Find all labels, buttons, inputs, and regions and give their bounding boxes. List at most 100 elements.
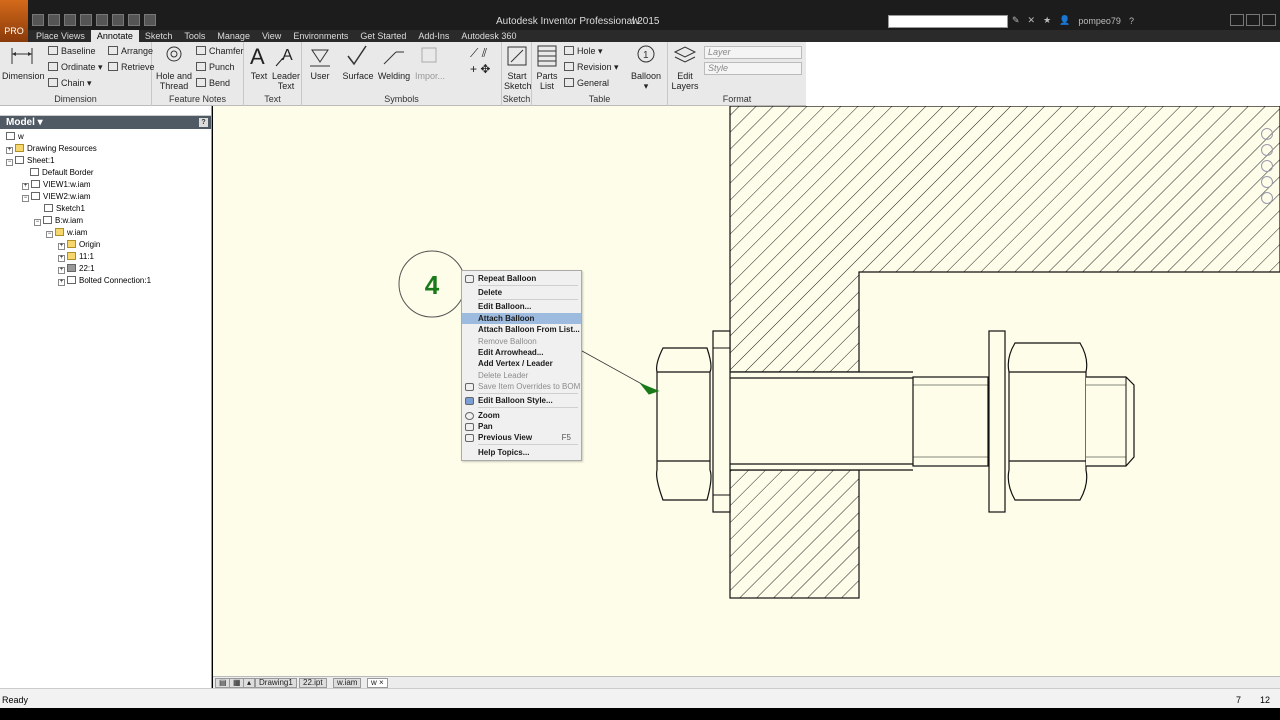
tree-item-root[interactable]: w: [6, 131, 24, 143]
style-combo[interactable]: Style: [704, 62, 802, 75]
welding-button[interactable]: Welding: [376, 44, 412, 81]
tab-add-ins[interactable]: Add-Ins: [412, 30, 455, 42]
tab-manage[interactable]: Manage: [211, 30, 256, 42]
menu-item-delete-leader[interactable]: Delete Leader: [462, 370, 581, 381]
menu-item-remove-balloon[interactable]: Remove Balloon: [462, 336, 581, 347]
general-table-button[interactable]: General: [564, 78, 609, 88]
expand-icon[interactable]: +: [22, 183, 29, 190]
lower-plate-section[interactable]: [729, 469, 860, 599]
chamfer-button[interactable]: Chamfer: [196, 46, 244, 56]
surface-button[interactable]: Surface: [340, 44, 376, 81]
minimize-button[interactable]: [1230, 14, 1244, 26]
expand-icon[interactable]: +: [58, 255, 65, 262]
menu-item-save-item-overrides[interactable]: Save Item Overrides to BOM: [462, 381, 581, 392]
revision-button[interactable]: Revision ▾: [564, 62, 619, 73]
expand-icon[interactable]: +: [58, 279, 65, 286]
tree-item-sheet[interactable]: − Sheet:1: [6, 155, 55, 167]
expand-icon[interactable]: +: [6, 147, 13, 154]
drawing-canvas[interactable]: 4: [213, 106, 1280, 676]
tab-get-started[interactable]: Get Started: [354, 30, 412, 42]
import-button[interactable]: Impor...: [412, 44, 448, 81]
collapse-icon[interactable]: −: [34, 219, 41, 226]
collapse-icon[interactable]: −: [22, 195, 29, 202]
home-icon[interactable]: [112, 14, 124, 26]
tab-view[interactable]: View: [256, 30, 287, 42]
menu-item-delete[interactable]: Delete: [462, 287, 581, 298]
exchange-icon[interactable]: ✕: [1028, 15, 1036, 26]
balloon-button[interactable]: 1 Balloon ▾: [628, 44, 664, 91]
star-icon[interactable]: ★: [1043, 15, 1051, 26]
browser-help-icon[interactable]: ?: [199, 118, 208, 127]
menu-item-repeat-balloon[interactable]: Repeat Balloon: [462, 273, 581, 284]
menu-item-edit-arrowhead[interactable]: Edit Arrowhead...: [462, 347, 581, 358]
close-button[interactable]: [1262, 14, 1276, 26]
undo-icon[interactable]: [80, 14, 92, 26]
parts-list-button[interactable]: Parts List: [534, 44, 560, 91]
menu-item-previous-view[interactable]: Previous View F5: [462, 432, 581, 443]
tree-item-default-border[interactable]: Default Border: [30, 167, 94, 179]
bolt-head[interactable]: [656, 347, 712, 501]
menu-item-edit-balloon-style[interactable]: Edit Balloon Style...: [462, 395, 581, 406]
close-tab-icon[interactable]: ×: [379, 678, 384, 687]
bolt-end[interactable]: [1086, 376, 1135, 467]
doc-tab-22-ipt[interactable]: 22.ipt: [299, 678, 327, 688]
tab-menu-icon[interactable]: ▴: [243, 678, 256, 688]
tree-item-part-11[interactable]: +11:1: [58, 251, 94, 263]
doc-tab-drawing1[interactable]: Drawing1: [255, 678, 297, 688]
symbol-tool-1[interactable]: ⟋ ⫽: [470, 46, 487, 61]
tree-item-view1[interactable]: + VIEW1:w.iam: [22, 179, 91, 191]
text-button[interactable]: A Text: [246, 44, 272, 81]
menu-item-add-vertex-leader[interactable]: Add Vertex / Leader: [462, 358, 581, 369]
balloon-arrowhead[interactable]: [639, 382, 660, 395]
ordinate-button[interactable]: Ordinate ▾: [48, 62, 103, 73]
tab-sketch[interactable]: Sketch: [139, 30, 179, 42]
nut[interactable]: [1007, 342, 1088, 501]
balloon-leader[interactable]: [572, 345, 650, 389]
layer-combo[interactable]: Layer: [704, 46, 802, 59]
hole-thread-button[interactable]: Hole and Thread: [154, 44, 194, 91]
tab-tools[interactable]: Tools: [178, 30, 211, 42]
retrieve-button[interactable]: Retrieve: [108, 62, 155, 72]
doc-tab-w-iam[interactable]: w.iam: [333, 678, 362, 688]
key-icon[interactable]: ✎: [1012, 15, 1020, 26]
tree-item-drawing-resources[interactable]: + Drawing Resources: [6, 143, 97, 155]
help-search-input[interactable]: [888, 15, 1008, 28]
dimension-button[interactable]: Dimension: [2, 44, 45, 81]
zoom-window-icon[interactable]: [1261, 176, 1273, 188]
leader-text-button[interactable]: A Leader Text: [272, 44, 300, 91]
tree-item-origin[interactable]: + Origin: [58, 239, 100, 251]
bend-button[interactable]: Bend: [196, 78, 230, 88]
hole-table-button[interactable]: Hole ▾: [564, 46, 603, 57]
username[interactable]: pompeo79: [1078, 16, 1121, 26]
tree-item-part-22[interactable]: +22:1: [58, 263, 95, 275]
user-symbol-button[interactable]: User: [304, 44, 336, 81]
collapse-icon[interactable]: −: [46, 231, 53, 238]
tab-autodesk-360[interactable]: Autodesk 360: [455, 30, 522, 42]
redo-icon[interactable]: [96, 14, 108, 26]
open-icon[interactable]: [48, 14, 60, 26]
tree-item-bolted-connection[interactable]: + Bolted Connection:1: [58, 275, 151, 287]
pan-icon[interactable]: [1261, 144, 1273, 156]
symbol-tool-2[interactable]: + ✥: [470, 62, 490, 76]
user-icon[interactable]: 👤: [1059, 15, 1070, 26]
browser-header[interactable]: Model ▾ ?: [0, 116, 211, 129]
update-icon[interactable]: [144, 14, 156, 26]
zoom-icon[interactable]: [1261, 160, 1273, 172]
save-icon[interactable]: [64, 14, 76, 26]
baseline-button[interactable]: Baseline: [48, 46, 96, 56]
menu-item-attach-balloon-from-list[interactable]: Attach Balloon From List...: [462, 324, 581, 335]
expand-icon[interactable]: +: [58, 243, 65, 250]
menu-item-pan[interactable]: Pan: [462, 421, 581, 432]
arrange-button[interactable]: Arrange: [108, 46, 153, 56]
chain-button[interactable]: Chain ▾: [48, 78, 92, 89]
punch-button[interactable]: Punch: [196, 62, 235, 72]
tree-item-sketch1[interactable]: Sketch1: [44, 203, 85, 215]
tab-environments[interactable]: Environments: [287, 30, 354, 42]
menu-item-edit-balloon[interactable]: Edit Balloon...: [462, 301, 581, 312]
tab-annotate[interactable]: Annotate: [90, 30, 139, 42]
print-icon[interactable]: [128, 14, 140, 26]
tree-item-assembly[interactable]: − w.iam: [46, 227, 87, 239]
tab-place-views[interactable]: Place Views: [30, 30, 91, 42]
start-sketch-button[interactable]: Start Sketch: [504, 44, 532, 91]
menu-item-help-topics[interactable]: Help Topics...: [462, 447, 581, 458]
